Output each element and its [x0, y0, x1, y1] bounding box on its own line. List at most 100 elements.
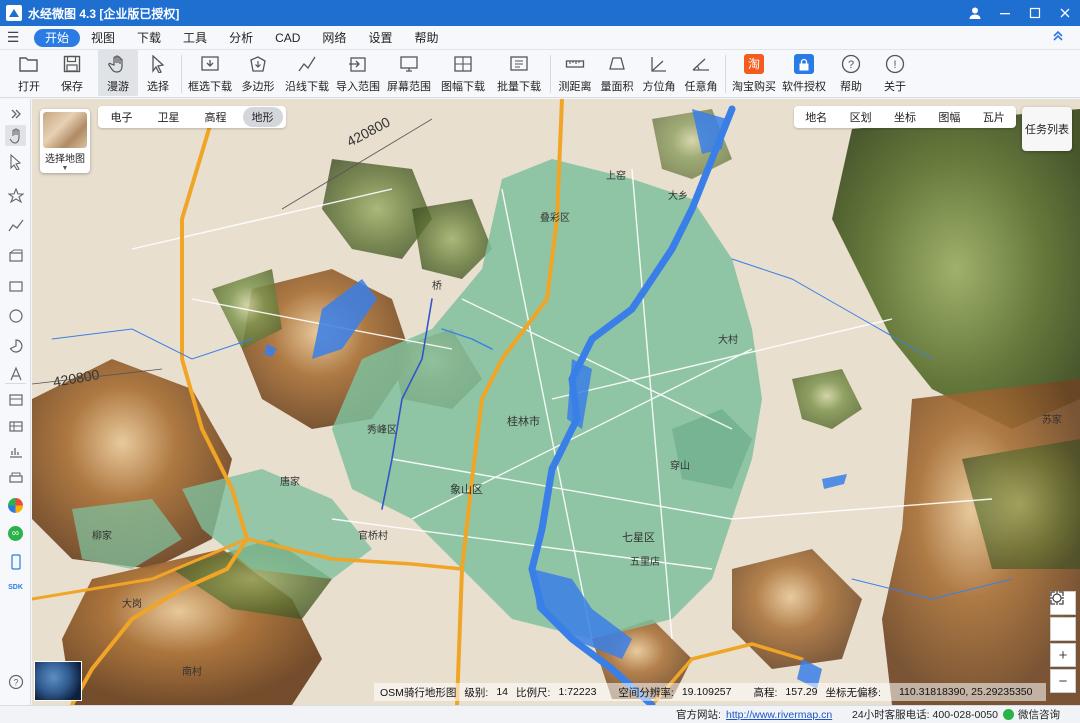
- overlay-districts[interactable]: 区划: [850, 109, 872, 125]
- menu-download[interactable]: 下载: [126, 29, 172, 47]
- batch-download-label: 批量下载: [497, 81, 541, 93]
- place-label-xiangshan: 象山区: [450, 483, 483, 496]
- measure-distance-button[interactable]: 测距离: [554, 50, 596, 96]
- ruler-icon: [564, 53, 586, 75]
- azimuth-button[interactable]: 方位角: [638, 50, 680, 96]
- save-label: 保存: [61, 81, 83, 93]
- menu-settings[interactable]: 设置: [357, 29, 403, 47]
- sector-tool-icon[interactable]: [5, 335, 26, 356]
- overlay-placenames[interactable]: 地名: [805, 109, 827, 125]
- license-button[interactable]: 软件授权: [779, 50, 829, 96]
- sidebar-help-icon[interactable]: ?: [5, 671, 26, 692]
- menu-analysis[interactable]: 分析: [218, 29, 264, 47]
- import-range-button[interactable]: 导入范围: [333, 50, 383, 96]
- user-icon[interactable]: [960, 0, 990, 26]
- place-label-shangyao: 上窑: [606, 169, 626, 182]
- menu-tools[interactable]: 工具: [172, 29, 218, 47]
- hamburger-menu-icon[interactable]: ☰: [0, 29, 26, 46]
- website-link[interactable]: http://www.rivermap.cn: [726, 709, 832, 721]
- overlay-tiles[interactable]: 瓦片: [983, 109, 1005, 125]
- map-controls: + −: [1050, 591, 1076, 695]
- import-range-icon: [347, 53, 369, 75]
- circle-tool-icon[interactable]: [5, 305, 26, 326]
- sdk-icon[interactable]: SDK: [5, 577, 26, 598]
- overview-globe-image[interactable]: [34, 661, 82, 701]
- sheet-download-button[interactable]: 图幅下载: [435, 50, 491, 96]
- layer-tab-satellite[interactable]: 卫星: [149, 107, 189, 127]
- batch-download-icon: [508, 53, 530, 75]
- info-icon: !: [884, 53, 906, 75]
- print-tool-icon[interactable]: [5, 467, 26, 488]
- expand-sidebar-icon[interactable]: [5, 103, 26, 124]
- overlay-sheets[interactable]: 图幅: [938, 109, 960, 125]
- menu-start[interactable]: 开始: [34, 28, 81, 47]
- wechat-label: 微信咨询: [1018, 709, 1060, 721]
- status-level-label: 级别:: [464, 686, 489, 699]
- about-button[interactable]: ! 关于: [873, 50, 917, 96]
- close-button[interactable]: [1050, 0, 1080, 26]
- help-icon: ?: [840, 53, 862, 75]
- angle-button[interactable]: 任意角: [680, 50, 722, 96]
- chevron-down-icon: ▼: [61, 165, 69, 172]
- azimuth-label: 方位角: [642, 81, 676, 93]
- toolbar-divider: [181, 55, 182, 93]
- globe-tool-icon[interactable]: [5, 495, 26, 516]
- collapse-ribbon-icon[interactable]: [1052, 28, 1064, 44]
- link-tool-icon[interactable]: ∞: [5, 523, 26, 544]
- zoom-out-button[interactable]: −: [1050, 669, 1076, 693]
- ribbon-toolbar: 打开 保存 漫游 选择 框选下载 多边形 沿线下载 导入范围 屏幕范围 图幅下载…: [0, 50, 1080, 98]
- angle-label: 任意角: [684, 81, 718, 93]
- toolbar-divider: [550, 55, 551, 93]
- azimuth-icon: [648, 53, 670, 75]
- line-download-button[interactable]: 沿线下载: [281, 50, 333, 96]
- marker-tool-icon[interactable]: [5, 185, 26, 206]
- minimize-button[interactable]: [990, 0, 1020, 26]
- cursor-icon: [147, 53, 169, 75]
- save-button[interactable]: 保存: [52, 50, 92, 96]
- layer-tab-terrain[interactable]: 地形: [242, 107, 283, 127]
- place-label-chuanshan: 穿山: [670, 459, 690, 472]
- text-tool-icon[interactable]: [5, 363, 26, 384]
- open-button[interactable]: 打开: [6, 50, 52, 96]
- phone-tool-icon[interactable]: [5, 551, 26, 572]
- select-button[interactable]: 选择: [138, 50, 178, 96]
- wechat-consult-button[interactable]: 微信咨询: [1003, 707, 1060, 722]
- layer-tab-elevation[interactable]: 高程: [196, 107, 236, 127]
- rectangle-tool-icon[interactable]: [5, 275, 26, 296]
- measure-area-button[interactable]: 量面积: [596, 50, 638, 96]
- status-scale-label: 比例尺:: [516, 686, 551, 699]
- menu-view[interactable]: 视图: [80, 29, 126, 47]
- box-download-button[interactable]: 框选下载: [185, 50, 235, 96]
- menu-network[interactable]: 网络: [311, 29, 357, 47]
- menu-cad[interactable]: CAD: [264, 29, 311, 47]
- about-label: 关于: [884, 81, 906, 93]
- place-label-qixing: 七星区: [622, 531, 655, 544]
- place-label-nancun: 南村: [182, 665, 202, 678]
- screen-range-button[interactable]: 屏幕范围: [383, 50, 435, 96]
- map-source-selector[interactable]: 选择地图 ▼: [40, 109, 90, 173]
- polygon-download-button[interactable]: 多边形: [235, 50, 281, 96]
- maximize-button[interactable]: [1020, 0, 1050, 26]
- help-button[interactable]: ? 帮助: [829, 50, 873, 96]
- polyline-tool-icon[interactable]: [5, 215, 26, 236]
- overlay-coordinates[interactable]: 坐标: [894, 109, 916, 125]
- layer-tool-icon[interactable]: [5, 389, 26, 410]
- place-label-daxiang: 大乡: [668, 189, 688, 202]
- sheet-download-icon: [452, 53, 474, 75]
- select-tool-icon[interactable]: [5, 151, 26, 172]
- map-canvas[interactable]: 420800 420800 桂林市 象山区 七星区 秀峰区 叠彩区 桥 大村 唐…: [32, 99, 1080, 705]
- taobao-buy-button[interactable]: 淘 淘宝购买: [729, 50, 779, 96]
- table-tool-icon[interactable]: [5, 415, 26, 436]
- pan-button[interactable]: 漫游: [98, 50, 138, 96]
- chart-tool-icon[interactable]: [5, 441, 26, 462]
- pan-tool-icon[interactable]: [5, 125, 26, 146]
- layer-tab-electronic[interactable]: 电子: [102, 107, 142, 127]
- zoom-in-button[interactable]: +: [1050, 643, 1076, 667]
- task-list-button[interactable]: 任务列表: [1022, 107, 1072, 151]
- select-label: 选择: [147, 81, 169, 93]
- locate-icon[interactable]: [1050, 591, 1076, 641]
- taobao-icon: 淘: [743, 53, 765, 75]
- polygon-tool-icon[interactable]: [5, 245, 26, 266]
- menu-help[interactable]: 帮助: [403, 29, 449, 47]
- batch-download-button[interactable]: 批量下载: [491, 50, 547, 96]
